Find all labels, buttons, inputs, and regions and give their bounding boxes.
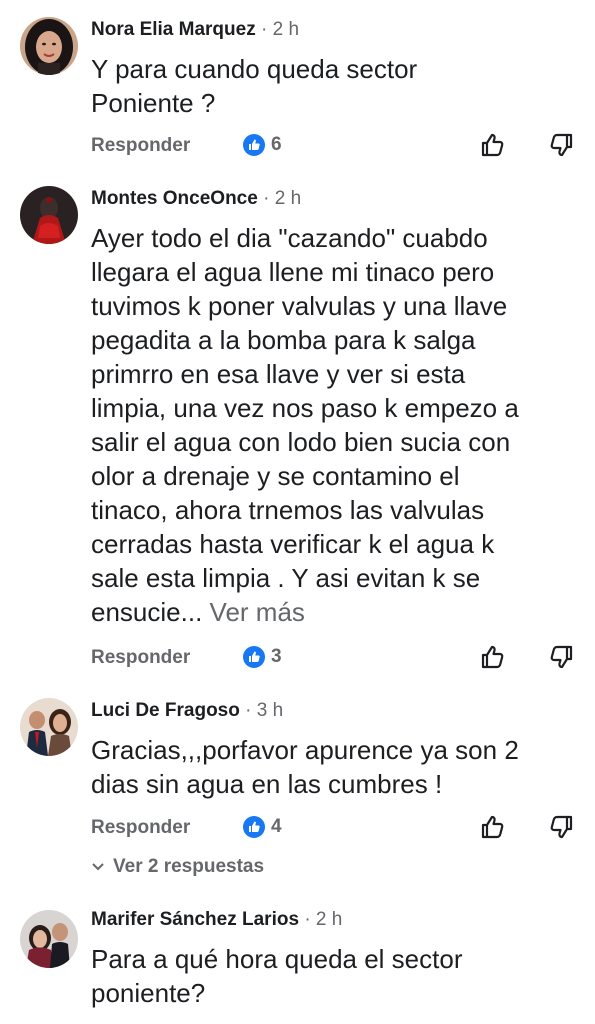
avatar[interactable]	[20, 910, 78, 968]
comments-page: Nora Elia Marquez · 2 h Y para cuando qu…	[0, 0, 595, 1024]
comment-4: Marifer Sánchez Larios · 2 h Para a qué …	[0, 0, 595, 1024]
separator: ·	[304, 909, 311, 930]
comment-text-content: Para a qué hora queda el sector poniente…	[91, 944, 463, 1008]
comment-text: Para a qué hora queda el sector poniente…	[91, 942, 561, 1010]
comment-meta: Marifer Sánchez Larios · 2 h	[91, 908, 342, 932]
timestamp[interactable]: 2 h	[316, 909, 342, 930]
author-name[interactable]: Marifer Sánchez Larios	[91, 909, 299, 930]
